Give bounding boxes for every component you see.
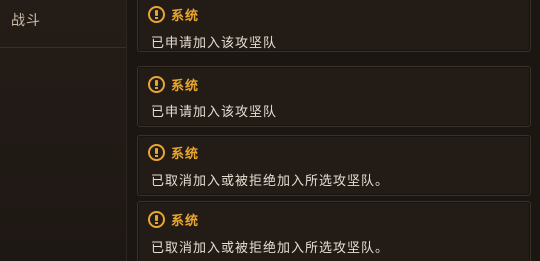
exclamation-circle-icon (148, 76, 165, 93)
message-text: 已申请加入该攻坚队 (151, 105, 278, 120)
system-message: 系统 已取消加入或被拒绝加入所选攻坚队。 (137, 135, 531, 196)
message-header: 系统 (148, 143, 199, 162)
message-header: 系统 (148, 210, 199, 229)
exclamation-circle-icon (148, 211, 165, 228)
system-message: 系统 已申请加入该攻坚队 (137, 0, 531, 52)
message-title: 系统 (171, 9, 200, 24)
tab-combat[interactable]: 战斗 (0, 0, 126, 48)
message-title: 系统 (171, 147, 200, 162)
system-message: 系统 已取消加入或被拒绝加入所选攻坚队。 (137, 201, 531, 261)
message-text: 已取消加入或被拒绝加入所选攻坚队。 (151, 174, 390, 189)
tab-combat-label: 战斗 (11, 13, 41, 29)
message-header: 系统 (148, 5, 199, 24)
exclamation-circle-icon (148, 144, 165, 161)
message-header: 系统 (148, 75, 199, 94)
message-title: 系统 (171, 79, 200, 94)
message-text: 已申请加入该攻坚队 (151, 36, 278, 51)
exclamation-circle-icon (148, 6, 165, 23)
message-text: 已取消加入或被拒绝加入所选攻坚队。 (151, 241, 390, 256)
message-feed[interactable]: 系统 已申请加入该攻坚队 系统 已申请加入该攻坚队 系统 已取消加入或被拒绝加入… (137, 0, 531, 261)
message-title: 系统 (171, 214, 200, 229)
channel-sidebar: 战斗 (0, 0, 127, 261)
chat-window: 战斗 系统 已申请加入该攻坚队 系统 已申请加入该攻坚队 系统 已取消加入或被拒… (0, 0, 540, 261)
system-message: 系统 已申请加入该攻坚队 (137, 66, 531, 127)
